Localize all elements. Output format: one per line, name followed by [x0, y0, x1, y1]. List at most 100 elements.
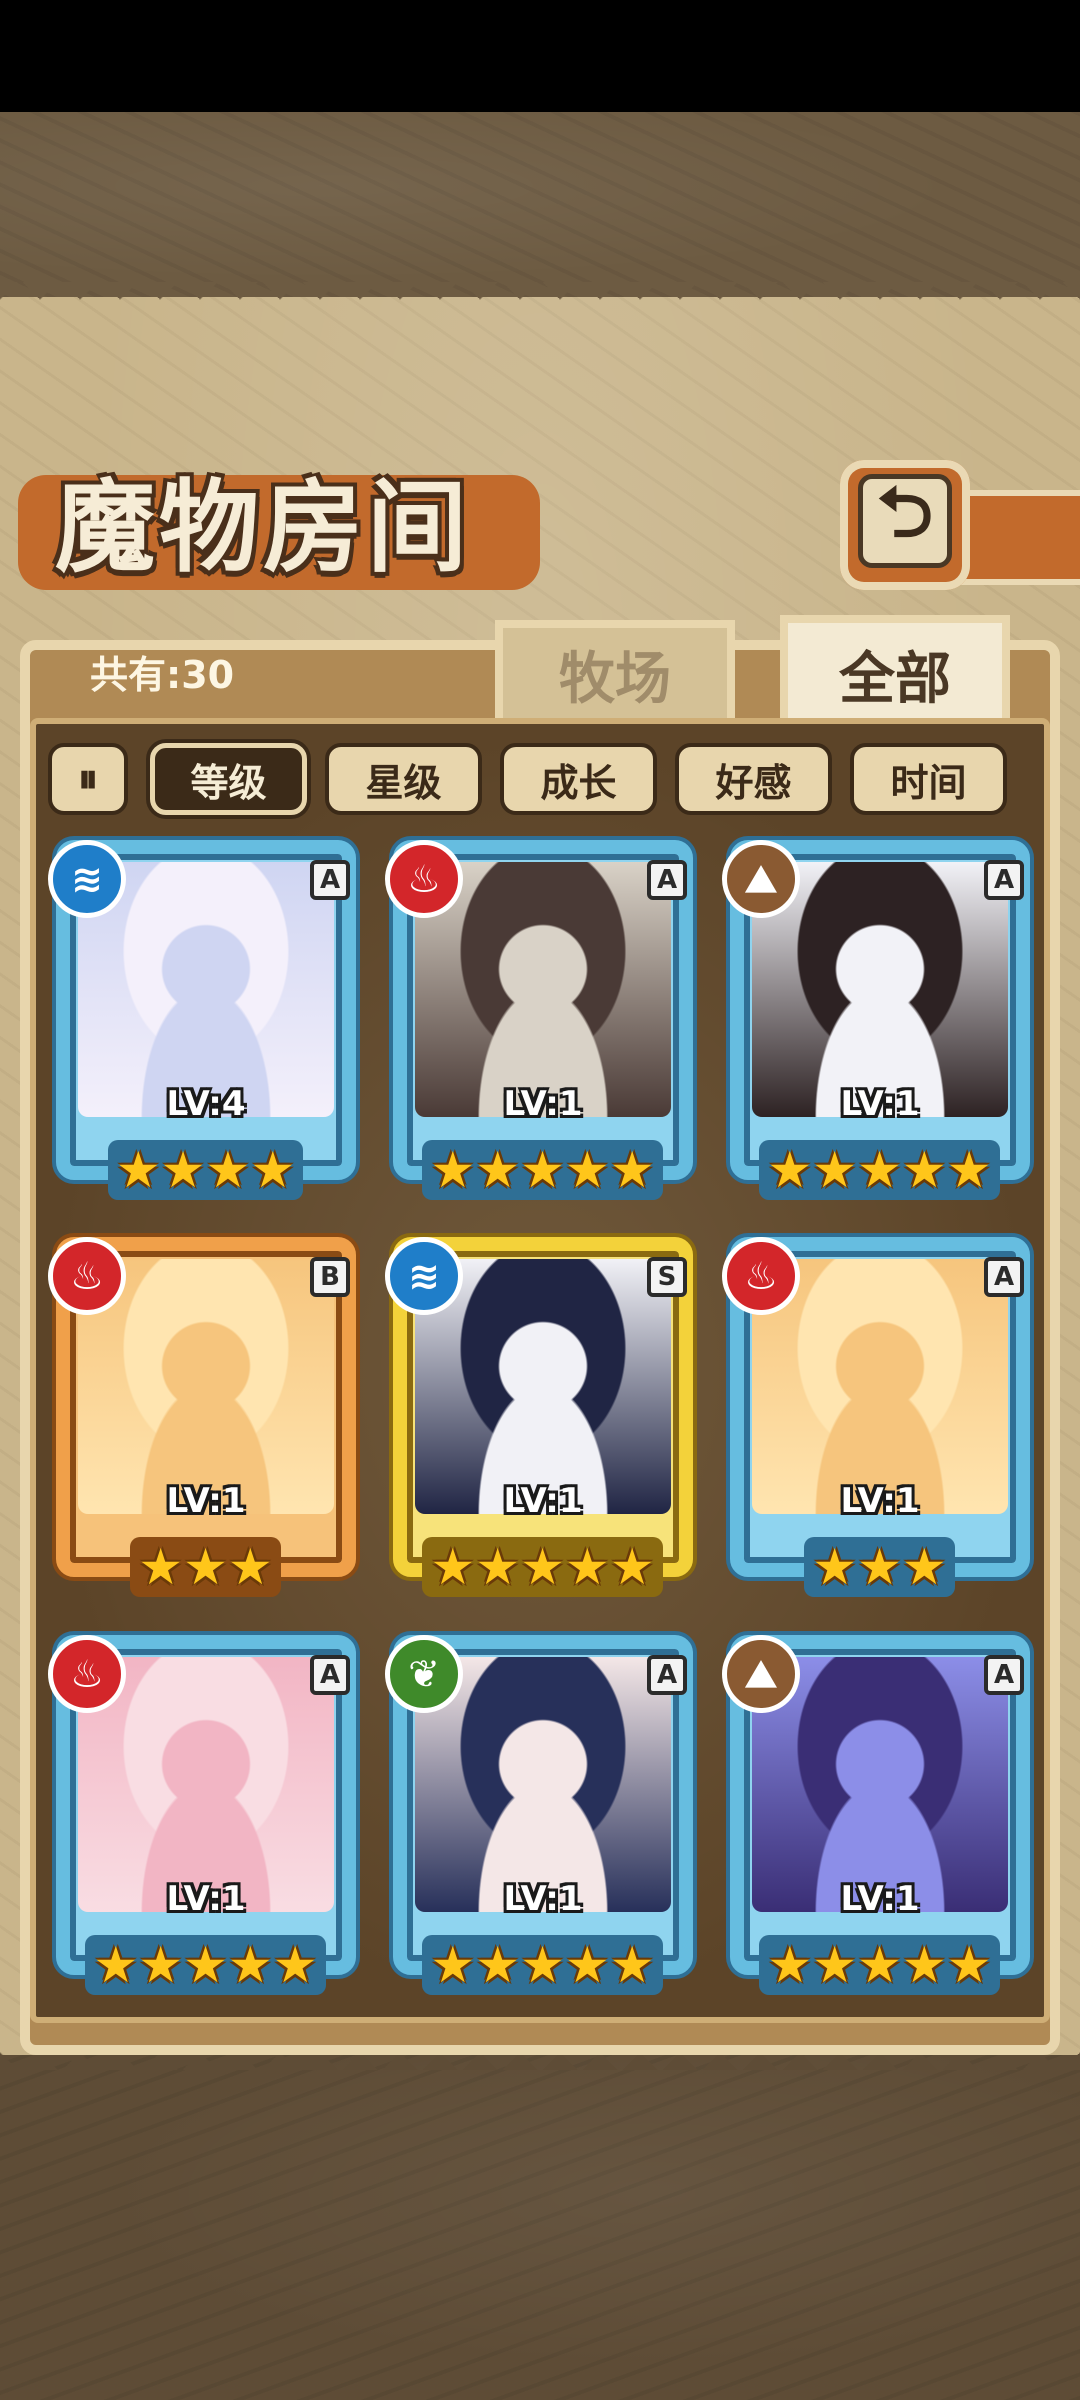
rank-badge: A	[310, 1655, 350, 1695]
star-icon: ★	[520, 1141, 565, 1199]
monster-card[interactable]: ♨ A LV:1 ★ ★ ★ ★ ★	[385, 840, 700, 1210]
star-icon: ★	[901, 1141, 947, 1199]
monster-card[interactable]: ≋ S LV:1 ★ ★ ★ ★ ★	[385, 1237, 700, 1607]
star-icon: ★	[857, 1936, 902, 1994]
rank-badge: A	[984, 860, 1024, 900]
monster-card[interactable]: ⛰ A LV:1 ★ ★ ★ ★ ★	[722, 840, 1037, 1210]
level-label: LV:1	[503, 1481, 583, 1521]
earth-element-icon: ⛰	[722, 840, 800, 918]
star-icon: ★	[564, 1141, 610, 1199]
map-background-bottom	[0, 2055, 1080, 2400]
star-icon: ★	[430, 1538, 476, 1596]
back-button[interactable]: ⮌	[840, 460, 970, 590]
star-icon: ★	[475, 1936, 521, 1994]
star-icon: ★	[946, 1936, 992, 1994]
star-rating: ★ ★ ★ ★ ★	[722, 1140, 1037, 1200]
star-rating: ★ ★ ★ ★	[48, 1140, 363, 1200]
sort-affection-button[interactable]: 好感	[675, 743, 832, 815]
monster-card[interactable]: ❦ A LV:1 ★ ★ ★ ★ ★	[385, 1635, 700, 2005]
star-icon: ★	[520, 1538, 565, 1596]
rank-badge: A	[647, 860, 687, 900]
star-icon: ★	[520, 1936, 565, 1994]
water-element-icon: ≋	[385, 1237, 463, 1315]
monster-card[interactable]: ≋ A LV:4 ★ ★ ★ ★	[48, 840, 363, 1210]
rank-badge: A	[984, 1655, 1024, 1695]
tab-all[interactable]: 全部	[780, 615, 1010, 725]
star-icon: ★	[115, 1141, 161, 1199]
monster-count: 共有:30	[90, 653, 235, 697]
star-icon: ★	[138, 1538, 184, 1596]
star-icon: ★	[430, 1141, 476, 1199]
star-rating: ★ ★ ★ ★ ★	[385, 1537, 700, 1597]
torn-edge-top	[0, 282, 1080, 312]
star-icon: ★	[901, 1936, 947, 1994]
star-icon: ★	[205, 1141, 251, 1199]
star-icon: ★	[564, 1936, 610, 1994]
star-icon: ★	[138, 1936, 184, 1994]
star-icon: ★	[475, 1538, 521, 1596]
level-label: LV:1	[840, 1879, 920, 1919]
star-icon: ★	[475, 1141, 521, 1199]
star-icon: ★	[812, 1936, 858, 1994]
page-title: 魔物房间	[55, 468, 471, 586]
monster-card[interactable]: ♨ B LV:1 ★ ★ ★	[48, 1237, 363, 1607]
star-icon: ★	[609, 1141, 655, 1199]
star-icon: ★	[160, 1141, 206, 1199]
earth-element-icon: ⛰	[722, 1635, 800, 1713]
star-rating: ★ ★ ★ ★ ★	[722, 1935, 1037, 1995]
level-label: LV:1	[166, 1481, 246, 1521]
star-icon: ★	[857, 1538, 902, 1596]
star-icon: ★	[183, 1936, 228, 1994]
fire-element-icon: ♨	[722, 1237, 800, 1315]
wood-element-icon: ❦	[385, 1635, 463, 1713]
star-icon: ★	[227, 1936, 273, 1994]
star-icon: ★	[609, 1538, 655, 1596]
level-label: LV:1	[840, 1084, 920, 1124]
sort-level-button[interactable]: 等级	[150, 743, 307, 815]
star-icon: ★	[812, 1141, 858, 1199]
level-label: LV:1	[503, 1879, 583, 1919]
map-background-top	[0, 112, 1080, 297]
water-element-icon: ≋	[48, 840, 126, 918]
star-icon: ★	[609, 1936, 655, 1994]
rank-badge: A	[310, 860, 350, 900]
tab-pasture[interactable]: 牧场	[495, 620, 735, 720]
star-icon: ★	[250, 1141, 296, 1199]
fire-element-icon: ♨	[385, 840, 463, 918]
star-icon: ★	[767, 1141, 813, 1199]
status-bar	[0, 0, 1080, 112]
monster-card[interactable]: ♨ A LV:1 ★ ★ ★ ★ ★	[48, 1635, 363, 2005]
rank-badge: A	[984, 1257, 1024, 1297]
fire-element-icon: ♨	[48, 1237, 126, 1315]
rank-badge: A	[647, 1655, 687, 1695]
star-rating: ★ ★ ★ ★ ★	[48, 1935, 363, 1995]
monster-card[interactable]: ⛰ A LV:1 ★ ★ ★ ★ ★	[722, 1635, 1037, 2005]
sort-time-button[interactable]: 时间	[850, 743, 1007, 815]
back-bar	[960, 490, 1080, 585]
return-arrow-icon: ⮌	[858, 471, 952, 568]
fire-element-icon: ♨	[48, 1635, 126, 1713]
star-icon: ★	[767, 1936, 813, 1994]
star-icon: ★	[272, 1936, 318, 1994]
star-icon: ★	[946, 1141, 992, 1199]
level-label: LV:1	[503, 1084, 583, 1124]
star-rating: ★ ★ ★	[722, 1537, 1037, 1597]
monster-card[interactable]: ♨ A LV:1 ★ ★ ★	[722, 1237, 1037, 1607]
star-icon: ★	[901, 1538, 947, 1596]
star-icon: ★	[93, 1936, 139, 1994]
level-label: LV:1	[166, 1879, 246, 1919]
star-rating: ★ ★ ★ ★ ★	[385, 1935, 700, 1995]
rank-badge: S	[647, 1257, 687, 1297]
sort-order-toggle[interactable]: ⏸	[48, 743, 128, 815]
rank-badge: B	[310, 1257, 350, 1297]
level-label: LV:1	[840, 1481, 920, 1521]
sort-star-button[interactable]: 星级	[325, 743, 482, 815]
sort-growth-button[interactable]: 成长	[500, 743, 657, 815]
star-icon: ★	[812, 1538, 858, 1596]
star-icon: ★	[183, 1538, 228, 1596]
star-icon: ★	[564, 1538, 610, 1596]
star-icon: ★	[857, 1141, 902, 1199]
star-rating: ★ ★ ★ ★ ★	[385, 1140, 700, 1200]
star-rating: ★ ★ ★	[48, 1537, 363, 1597]
star-icon: ★	[227, 1538, 273, 1596]
